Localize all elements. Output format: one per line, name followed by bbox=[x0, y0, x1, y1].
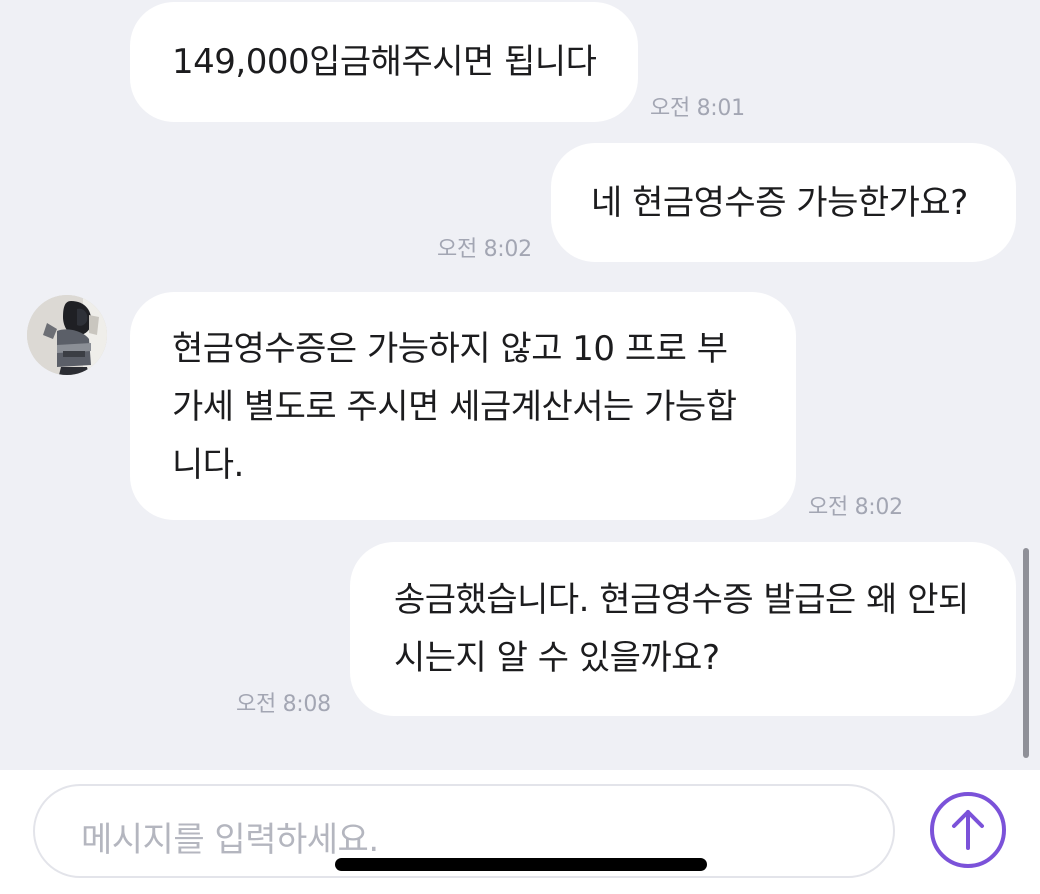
message-text-line: 니다. bbox=[172, 445, 244, 485]
avatar-photo bbox=[27, 295, 107, 375]
message-bubble-received[interactable]: 149,000입금해주시면 됩니다 bbox=[130, 2, 638, 122]
message-text-line: 현금영수증은 가능하지 않고 10 프로 부 bbox=[172, 329, 728, 369]
message-input-bar: 메시지를 입력하세요. bbox=[0, 770, 1040, 894]
message-text-line: 시는지 알 수 있을까요? bbox=[394, 638, 720, 678]
message-text: 네 현금영수증 가능한가요? bbox=[591, 183, 968, 223]
message-text-line: 가세 별도로 주시면 세금계산서는 가능합 bbox=[172, 387, 737, 427]
message-timestamp: 오전 8:08 bbox=[236, 692, 331, 717]
message-bubble-received[interactable]: 현금영수증은 가능하지 않고 10 프로 부 가세 별도로 주시면 세금계산서는… bbox=[130, 292, 796, 520]
message-timestamp: 오전 8:02 bbox=[437, 237, 532, 262]
message-bubble-sent[interactable]: 네 현금영수증 가능한가요? bbox=[551, 143, 1016, 262]
home-indicator bbox=[335, 858, 707, 871]
user-avatar[interactable] bbox=[27, 295, 107, 375]
arrow-up-circle-icon bbox=[930, 792, 1006, 868]
message-timestamp: 오전 8:01 bbox=[650, 96, 745, 121]
message-text-line: 송금했습니다. 현금영수증 발급은 왜 안되 bbox=[394, 580, 969, 620]
message-bubble-sent[interactable]: 송금했습니다. 현금영수증 발급은 왜 안되 시는지 알 수 있을까요? bbox=[350, 542, 1016, 716]
chat-message-list[interactable]: 149,000입금해주시면 됩니다 오전 8:01 네 현금영수증 가능한가요?… bbox=[0, 0, 1040, 770]
message-timestamp: 오전 8:02 bbox=[808, 495, 903, 520]
input-placeholder: 메시지를 입력하세요. bbox=[81, 820, 379, 860]
message-text: 149,000입금해주시면 됩니다 bbox=[172, 42, 597, 82]
send-button[interactable] bbox=[928, 790, 1008, 870]
scrollbar[interactable] bbox=[1023, 548, 1029, 758]
